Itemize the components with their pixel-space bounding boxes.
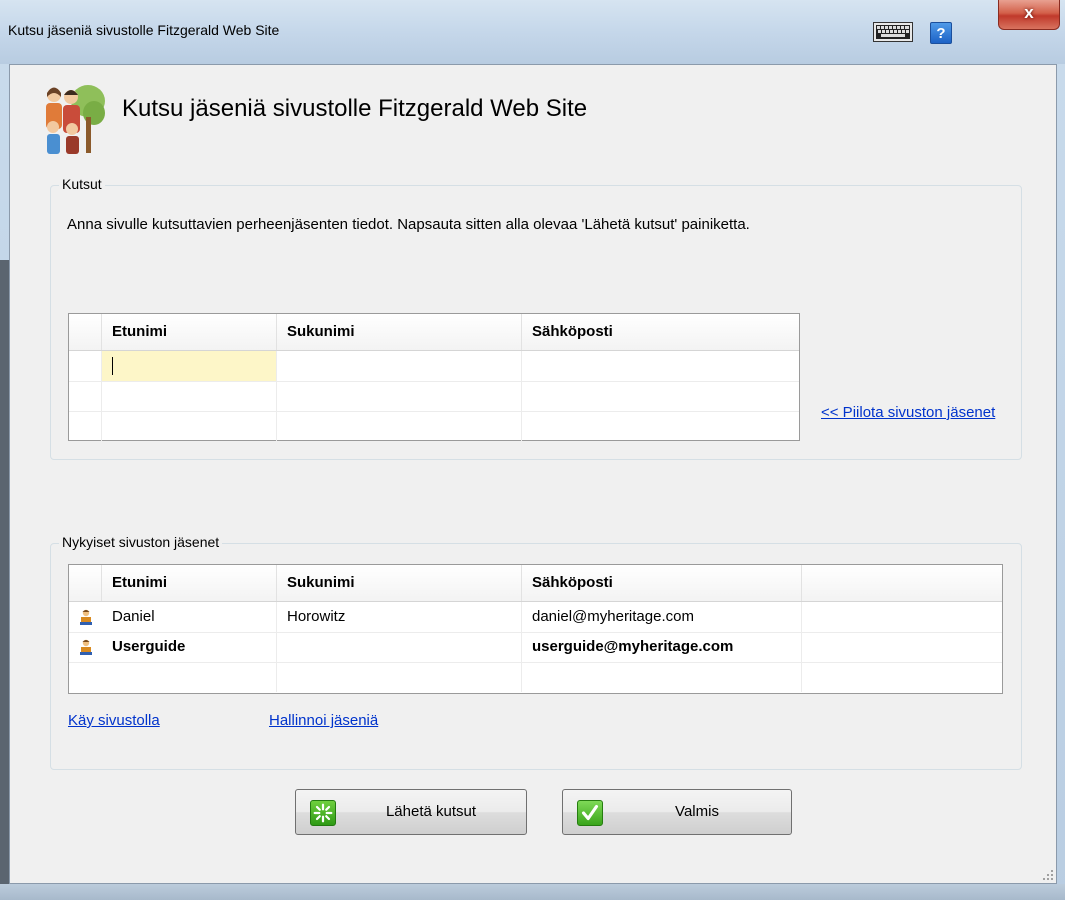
member-last-name: [277, 632, 522, 662]
person-icon: [80, 639, 92, 655]
invitations-legend: Kutsut: [59, 176, 105, 192]
last-name-input[interactable]: [277, 381, 522, 411]
first-name-input[interactable]: [102, 351, 277, 381]
page-title: Kutsu jäseniä sivustolle Fitzgerald Web …: [122, 95, 588, 122]
keyboard-icon[interactable]: [873, 22, 913, 42]
dialog-content: Kutsu jäseniä sivustolle Fitzgerald Web …: [9, 64, 1057, 884]
close-button[interactable]: x: [998, 0, 1060, 30]
window-frame-left: [0, 260, 9, 900]
resize-grip-icon[interactable]: [1042, 869, 1054, 881]
person-icon: [80, 609, 92, 625]
help-icon[interactable]: ?: [930, 22, 952, 44]
row-header-cell: [69, 565, 102, 601]
member-email: daniel@myheritage.com: [522, 602, 802, 632]
checkmark-icon: [577, 800, 603, 826]
invitations-description: Anna sivulle kutsuttavien perheenjäsente…: [67, 216, 750, 233]
member-row: [69, 662, 1002, 692]
members-table[interactable]: Etunimi Sukunimi Sähköposti Daniel Horow…: [68, 564, 1003, 694]
invite-row[interactable]: [69, 411, 799, 441]
members-table-header: Etunimi Sukunimi Sähköposti: [69, 565, 1002, 602]
first-name-input[interactable]: [102, 381, 277, 411]
invite-table-header: Etunimi Sukunimi Sähköposti: [69, 314, 799, 351]
email-input[interactable]: [522, 411, 799, 441]
hide-members-link[interactable]: << Piilota sivuston jäsenet: [821, 401, 1001, 424]
manage-members-link[interactable]: Hallinnoi jäseniä: [269, 712, 378, 729]
text-cursor: [112, 357, 113, 376]
dialog-window: Kutsu jäseniä sivustolle Fitzgerald Web …: [0, 0, 1065, 900]
title-bar[interactable]: Kutsu jäseniä sivustolle Fitzgerald Web …: [0, 0, 1065, 64]
row-selector[interactable]: [69, 411, 102, 441]
column-header-first-name[interactable]: Etunimi: [102, 314, 277, 350]
done-label: Valmis: [675, 803, 719, 820]
member-extra-cell: [802, 602, 1002, 632]
member-extra-cell: [802, 632, 1002, 662]
column-header-extra: [802, 565, 1002, 601]
row-selector[interactable]: [69, 351, 102, 381]
invite-row[interactable]: [69, 351, 799, 382]
row-selector[interactable]: [69, 381, 102, 411]
done-button[interactable]: Valmis: [562, 789, 792, 835]
member-first-name: Userguide: [102, 632, 277, 662]
member-last-name: [277, 662, 522, 692]
members-group: Nykyiset sivuston jäsenet Etunimi Sukuni…: [50, 534, 1022, 770]
member-email: [522, 662, 802, 692]
last-name-input[interactable]: [277, 411, 522, 441]
row-selector: [69, 632, 102, 662]
member-email: userguide@myheritage.com: [522, 632, 802, 662]
send-invitations-button[interactable]: Lähetä kutsut: [295, 789, 527, 835]
member-first-name: Daniel: [102, 602, 277, 632]
email-input[interactable]: [522, 381, 799, 411]
window-title: Kutsu jäseniä sivustolle Fitzgerald Web …: [8, 22, 280, 38]
visit-site-link[interactable]: Käy sivustolla: [68, 712, 160, 729]
member-first-name: [102, 662, 277, 692]
member-extra-cell: [802, 662, 1002, 692]
row-selector: [69, 602, 102, 632]
column-header-email[interactable]: Sähköposti: [522, 565, 802, 601]
invite-table[interactable]: Etunimi Sukunimi Sähköposti: [68, 313, 800, 441]
column-header-first-name[interactable]: Etunimi: [102, 565, 277, 601]
column-header-last-name[interactable]: Sukunimi: [277, 314, 522, 350]
family-icon: [46, 85, 105, 154]
invite-row[interactable]: [69, 381, 799, 412]
member-row[interactable]: Userguide userguide@myheritage.com: [69, 632, 1002, 663]
send-icon: [310, 800, 336, 826]
column-header-last-name[interactable]: Sukunimi: [277, 565, 522, 601]
member-row[interactable]: Daniel Horowitz daniel@myheritage.com: [69, 602, 1002, 633]
row-header-cell: [69, 314, 102, 350]
column-header-email[interactable]: Sähköposti: [522, 314, 799, 350]
email-input[interactable]: [522, 351, 799, 381]
member-last-name: Horowitz: [277, 602, 522, 632]
first-name-input[interactable]: [102, 411, 277, 441]
invitations-group: Kutsut Anna sivulle kutsuttavien perheen…: [50, 176, 1022, 460]
last-name-input[interactable]: [277, 351, 522, 381]
row-selector: [69, 662, 102, 692]
send-invitations-label: Lähetä kutsut: [385, 803, 477, 820]
members-legend: Nykyiset sivuston jäsenet: [59, 534, 223, 550]
window-frame-bottom: [0, 884, 1065, 900]
